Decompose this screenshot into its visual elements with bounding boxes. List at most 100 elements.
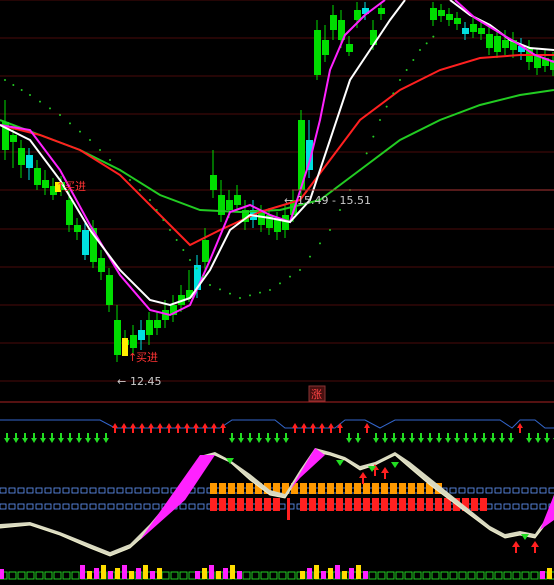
- down-arrow-icon: [94, 438, 100, 443]
- buy-signal-2-label: 买进: [136, 351, 158, 364]
- indicator-box: [521, 487, 529, 494]
- up-arrow-icon: [148, 423, 154, 428]
- sar-dot: [79, 130, 81, 133]
- sar-dot: [372, 135, 375, 138]
- sar-dot: [279, 282, 281, 285]
- candle-body: [494, 36, 501, 52]
- red-bar: [417, 498, 424, 511]
- strip-burst-bar: [143, 565, 148, 579]
- red-bar: [327, 498, 334, 511]
- up-arrow-stem: [159, 428, 161, 433]
- strip-burst-bar: [363, 571, 368, 579]
- down-arrow-icon: [40, 438, 46, 443]
- up-arrow-stem: [294, 428, 296, 433]
- down-arrow-stem: [375, 433, 377, 438]
- down-arrow-stem: [438, 433, 440, 438]
- red-bar: [354, 498, 361, 511]
- down-arrow-icon: [58, 438, 64, 443]
- red-bar: [345, 498, 352, 511]
- indicator-box: [188, 503, 196, 510]
- strip-box: [53, 571, 62, 580]
- red-bar: [372, 498, 379, 511]
- candle-body: [330, 15, 337, 30]
- down-arrow-icon: [265, 438, 271, 443]
- strip-box: [467, 571, 476, 580]
- sar-dot: [162, 219, 165, 221]
- indicator-box: [503, 487, 511, 494]
- up-arrow-stem: [150, 428, 152, 433]
- strip-burst-bar: [328, 568, 333, 579]
- red-bar: [210, 498, 217, 511]
- indicator-box: [467, 487, 475, 494]
- orange-bar: [336, 483, 343, 494]
- down-arrow-stem: [492, 433, 494, 438]
- strip-box: [404, 571, 413, 580]
- down-arrow-stem: [474, 433, 476, 438]
- red-bar: [435, 498, 442, 511]
- up-arrow-icon: [202, 423, 208, 428]
- indicator-up-arrow-icon: [512, 541, 520, 547]
- down-arrow-stem: [51, 433, 53, 438]
- up-arrow-icon: [301, 423, 307, 428]
- up-arrow-stem: [204, 428, 206, 433]
- low-price-arrow-icon: ←: [117, 375, 126, 388]
- down-arrow-stem: [258, 433, 260, 438]
- sar-dot: [49, 107, 51, 110]
- strip-burst-bar: [307, 568, 312, 579]
- red-bar: [480, 498, 487, 511]
- sar-dot: [59, 114, 61, 116]
- orange-bar: [210, 483, 217, 494]
- orange-bar: [300, 483, 307, 494]
- sar-dot: [239, 297, 241, 299]
- sar-dot: [89, 139, 91, 141]
- sar-dot: [425, 42, 428, 45]
- indicator-box: [485, 487, 493, 494]
- buy-signal-1-label: 买进: [64, 180, 86, 193]
- down-arrow-stem: [6, 433, 8, 438]
- indicator-box: [530, 503, 538, 510]
- red-bar: [471, 498, 478, 511]
- up-arrow-stem: [519, 428, 521, 433]
- indicator-box: [26, 503, 34, 510]
- strip-burst-bar: [216, 571, 221, 579]
- down-arrow-stem: [267, 433, 269, 438]
- up-arrow-stem: [186, 428, 188, 433]
- down-arrow-icon: [346, 438, 352, 443]
- sar-dot: [385, 105, 388, 108]
- down-arrow-stem: [420, 433, 422, 438]
- up-arrow-icon: [517, 423, 523, 428]
- indicator-box: [53, 487, 61, 494]
- stock-chart-canvas[interactable]: ← 15.49 - 15.51 ↑ 买进 ↑ 买进 ← 12.45 涨: [0, 0, 554, 585]
- candle-body: [154, 320, 161, 328]
- orange-bar: [237, 483, 244, 494]
- sar-dot: [99, 149, 101, 151]
- strip-box: [8, 571, 17, 580]
- indicator-box: [539, 487, 547, 494]
- down-arrow-icon: [355, 438, 361, 443]
- red-bar: [219, 498, 226, 511]
- up-arrow-icon: [184, 423, 190, 428]
- down-arrow-icon: [49, 438, 55, 443]
- indicator-box: [62, 487, 70, 494]
- candle-body: [26, 155, 33, 168]
- indicator-box: [512, 503, 520, 510]
- up-arrow-icon: [139, 423, 145, 428]
- strip-box: [278, 571, 287, 580]
- up-arrow-icon: [292, 423, 298, 428]
- down-arrow-stem: [69, 433, 71, 438]
- down-arrow-icon: [454, 438, 460, 443]
- candle-body: [202, 240, 209, 262]
- indicator-box: [17, 487, 25, 494]
- indicator-box: [503, 503, 511, 510]
- candle-body: [446, 14, 453, 20]
- indicator-box: [35, 503, 43, 510]
- up-arrow-icon: [364, 423, 370, 428]
- orange-bar: [399, 483, 406, 494]
- strip-burst-bar: [122, 565, 127, 579]
- up-arrow-stem: [132, 428, 134, 433]
- down-arrow-icon: [238, 438, 244, 443]
- indicator-box: [8, 503, 16, 510]
- candle-body: [146, 320, 153, 335]
- up-arrow-icon: [328, 423, 334, 428]
- indicator-box: [512, 487, 520, 494]
